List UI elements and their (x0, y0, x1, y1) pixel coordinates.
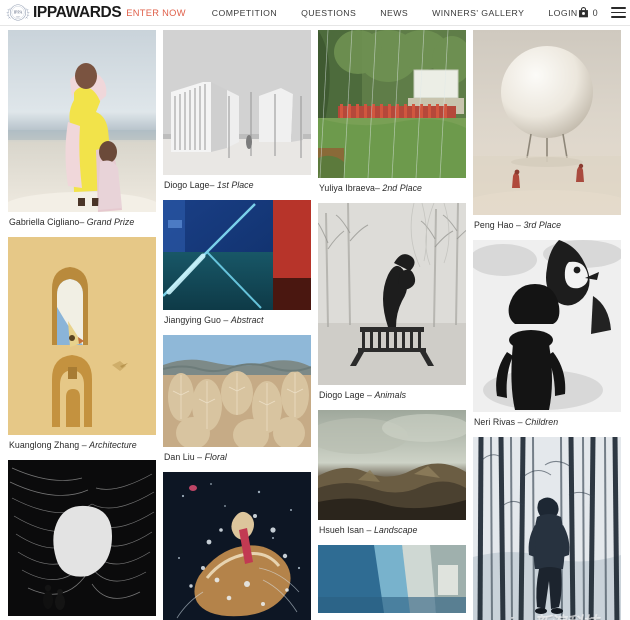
photographer-name: Dan Liu (164, 452, 195, 462)
caption-separator: – (79, 217, 87, 227)
gallery-card[interactable]: Kuanglong Zhang – Architecture (8, 237, 156, 450)
header-right-tools: 0 (578, 7, 626, 18)
photo-caption: Yuliya Ibraeva– 2nd Place (318, 178, 466, 193)
award-name: 3rd Place (523, 220, 562, 230)
photographer-name: Neri Rivas (474, 417, 516, 427)
gallery-card[interactable]: Biao Peng – Lifestyle (473, 437, 621, 620)
photo-children[interactable] (473, 240, 621, 412)
photographer-name: Hsueh Isan (319, 525, 364, 535)
award-name: 1st Place (216, 180, 254, 190)
gallery-card[interactable]: Peng Hao – 3rd Place (473, 30, 621, 230)
hamburger-menu-icon[interactable] (610, 7, 626, 18)
photo-1st-place[interactable] (163, 30, 311, 175)
photo-caption: Hsueh Isan – Landscape (318, 520, 466, 535)
gallery-card[interactable]: Gabriella Cigliano– Grand Prize (8, 30, 156, 227)
photo-landscape[interactable] (318, 410, 466, 520)
photo-3rd-place[interactable] (473, 30, 621, 215)
gallery-column-2: Diogo Lage– 1st Place Jiangying Guo – Ab… (163, 30, 311, 620)
award-name: Abstract (230, 315, 264, 325)
nav-item-questions[interactable]: QUESTIONS (301, 8, 356, 18)
cart-count: 0 (592, 7, 598, 18)
photographer-name: Diogo Lage (164, 180, 210, 190)
photographer-name: Kuanglong Zhang (9, 440, 80, 450)
gallery-column-4: Peng Hao – 3rd Place Neri Rivas – Childr… (473, 30, 621, 620)
photo-industrial[interactable] (318, 545, 466, 613)
photographer-name: Diogo Lage (319, 390, 365, 400)
caption-separator: – (220, 315, 231, 325)
photo-caption: Gabriella Cigliano– Grand Prize (8, 212, 156, 227)
gallery-card[interactable]: Jiangying Guo – Abstract (163, 200, 311, 325)
site-logo[interactable]: IPPA 2007 IPPAWARDS ENTER NOW (4, 2, 186, 24)
photo-caption: Neri Rivas – Children (473, 412, 621, 427)
photo-caption (8, 616, 156, 620)
award-name: Children (525, 417, 559, 427)
site-header: IPPA 2007 IPPAWARDS ENTER NOW COMPETITIO… (0, 0, 630, 26)
caption-separator: – (364, 525, 374, 535)
award-name: Grand Prize (86, 217, 135, 227)
brand-name: IPPAWARDS (33, 3, 122, 21)
award-name: Animals (374, 390, 407, 400)
caption-separator: – (209, 180, 217, 190)
gallery-card[interactable]: Neri Rivas – Children (473, 240, 621, 427)
photo-caption: Kuanglong Zhang – Architecture (8, 435, 156, 450)
caption-separator: – (194, 452, 205, 462)
gallery-card[interactable] (163, 472, 311, 620)
photo-splash[interactable] (163, 472, 311, 620)
svg-text:IPPA: IPPA (14, 9, 24, 14)
photo-caption: Diogo Lage– 1st Place (163, 175, 311, 190)
award-name: 2nd Place (382, 183, 422, 193)
photo-architecture[interactable] (8, 237, 156, 435)
award-name: Architecture (89, 440, 137, 450)
svg-text:2007: 2007 (16, 16, 21, 18)
caption-separator: – (364, 390, 375, 400)
caption-separator: – (513, 220, 524, 230)
gallery-column-1: Gabriella Cigliano– Grand Prize Kuanglon… (8, 30, 156, 620)
gallery-card[interactable] (318, 545, 466, 618)
nav-item-login[interactable]: LOGIN (548, 8, 577, 18)
photo-caption (318, 613, 466, 618)
shopping-bag-icon (578, 7, 589, 18)
photo-caption: Diogo Lage – Animals (318, 385, 466, 400)
photo-caption: Peng Hao – 3rd Place (473, 215, 621, 230)
gallery-card[interactable]: Hsueh Isan – Landscape (318, 410, 466, 535)
gallery-card[interactable]: Yuliya Ibraeva– 2nd Place (318, 30, 466, 193)
enter-now-link[interactable]: ENTER NOW (126, 8, 186, 18)
photo-animals[interactable] (318, 203, 466, 385)
photo-fish-swirl[interactable] (8, 460, 156, 616)
caption-separator: – (515, 417, 526, 427)
gallery-card[interactable] (8, 460, 156, 620)
photo-caption: Jiangying Guo – Abstract (163, 310, 311, 325)
photographer-name: Jiangying Guo (164, 315, 221, 325)
photographer-name: Yuliya Ibraeva (319, 183, 375, 193)
photographer-name: Gabriella Cigliano (9, 217, 80, 227)
photographer-name: Peng Hao (474, 220, 514, 230)
photo-floral[interactable] (163, 335, 311, 447)
ippa-laurel-badge-icon: IPPA 2007 (4, 2, 32, 24)
award-name: Floral (204, 452, 227, 462)
nav-item-competition[interactable]: COMPETITION (212, 8, 277, 18)
cart-button[interactable]: 0 (578, 7, 598, 18)
photo-2nd-place[interactable] (318, 30, 466, 178)
caption-separator: – (79, 440, 90, 450)
nav-item-news[interactable]: NEWS (380, 8, 408, 18)
photo-abstract[interactable] (163, 200, 311, 310)
gallery-card[interactable]: Diogo Lage– 1st Place (163, 30, 311, 190)
gallery-card[interactable]: Dan Liu – Floral (163, 335, 311, 462)
gallery-column-3: Yuliya Ibraeva – 2nd Place Diogo Lage – A… (318, 30, 466, 620)
photo-lifestyle[interactable] (473, 437, 621, 620)
nav-item-winners-gallery[interactable]: WINNERS' GALLERY (432, 8, 524, 18)
main-navigation: COMPETITION QUESTIONS NEWS WINNERS' GALL… (212, 8, 578, 18)
photo-caption: Dan Liu – Floral (163, 447, 311, 462)
photo-grand-prize[interactable] (8, 30, 156, 212)
award-name: Landscape (373, 525, 418, 535)
winners-gallery-grid: Gabriella Cigliano– Grand Prize Kuanglon… (0, 26, 630, 620)
gallery-card[interactable]: Diogo Lage – Animals (318, 203, 466, 400)
